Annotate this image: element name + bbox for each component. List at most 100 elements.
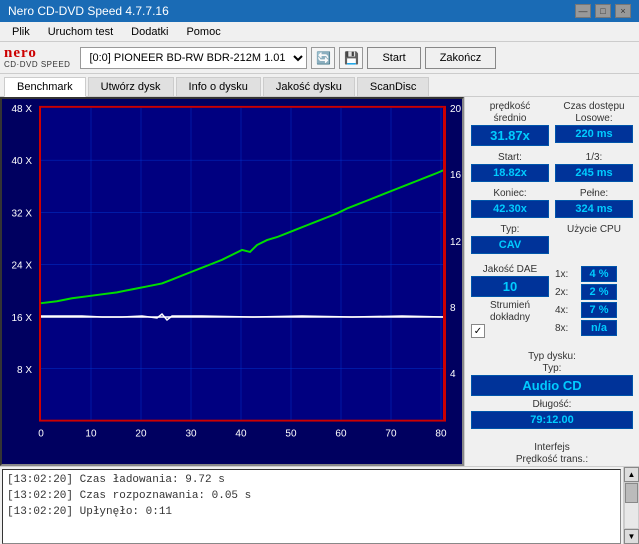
tab-disc-quality[interactable]: Jakość dysku bbox=[263, 77, 355, 96]
stream-checkbox[interactable]: ✓ bbox=[471, 324, 485, 338]
start-col: Start: 18.82x bbox=[471, 152, 549, 182]
svg-text:32 X: 32 X bbox=[11, 208, 32, 219]
stream-label: Strumień bbox=[471, 300, 549, 311]
cpu-row-value: n/a bbox=[581, 320, 617, 336]
tab-bar: Benchmark Utwórz dysk Info o dysku Jakoś… bbox=[0, 74, 639, 97]
avg-speed-col: prędkość średnio 31.87x bbox=[471, 101, 549, 146]
svg-text:24 X: 24 X bbox=[11, 261, 32, 272]
cpu-label: Użycie CPU bbox=[555, 224, 633, 235]
iface-header: Interfejs bbox=[471, 442, 633, 453]
benchmark-chart: 48 X 40 X 32 X 24 X 16 X 8 X 20 16 12 8 … bbox=[0, 97, 464, 466]
cpu-row-label: 4x: bbox=[555, 305, 577, 316]
log-scrollbar[interactable]: ▲ ▼ bbox=[623, 467, 639, 544]
disc-dur-row: Długość: 79:12.00 bbox=[471, 399, 633, 429]
log-entry: [13:02:20] Upłynęło: 0:11 bbox=[7, 504, 616, 520]
menu-file[interactable]: Plik bbox=[4, 25, 38, 39]
svg-text:40 X: 40 X bbox=[11, 156, 32, 167]
scroll-track[interactable] bbox=[624, 482, 639, 529]
log-entry: [13:02:20] Czas ładowania: 9.72 s bbox=[7, 472, 616, 488]
stats-panel: prędkość średnio 31.87x Czas dostępu Los… bbox=[464, 97, 639, 466]
access-col: Czas dostępu Losowe: 220 ms bbox=[555, 101, 633, 146]
tab-disc-info[interactable]: Info o dysku bbox=[176, 77, 261, 96]
svg-text:0: 0 bbox=[38, 428, 44, 439]
svg-text:20: 20 bbox=[450, 104, 462, 115]
one-third-value: 245 ms bbox=[555, 164, 633, 182]
save-icon-button[interactable]: 💾 bbox=[339, 47, 363, 69]
start-button[interactable]: Start bbox=[367, 47, 420, 69]
disc-dur-col: Długość: 79:12.00 bbox=[471, 399, 633, 429]
drive-selector[interactable]: [0:0] PIONEER BD-RW BDR-212M 1.01 bbox=[80, 47, 307, 69]
svg-text:80: 80 bbox=[435, 428, 447, 439]
svg-text:8 X: 8 X bbox=[17, 365, 32, 376]
menu-run-test[interactable]: Uruchom test bbox=[40, 25, 121, 39]
svg-text:20: 20 bbox=[135, 428, 147, 439]
svg-text:40: 40 bbox=[235, 428, 247, 439]
bottom-panel: [13:02:20] Czas ładowania: 9.72 s[13:02:… bbox=[0, 467, 639, 544]
stream-row: ✓ bbox=[471, 324, 549, 338]
cpu-row-value: 2 % bbox=[581, 284, 617, 300]
iface-speed-row: Prędkość trans.: 16 MB/s bbox=[471, 454, 633, 466]
disc-dur-label: Długość: bbox=[471, 399, 633, 410]
maximize-button[interactable]: □ bbox=[595, 4, 611, 18]
tab-benchmark[interactable]: Benchmark bbox=[4, 77, 86, 97]
start-end-section: Start: 18.82x 1/3: 245 ms bbox=[471, 152, 633, 182]
window-controls[interactable]: — □ × bbox=[575, 4, 631, 18]
dae-value: 10 bbox=[471, 276, 549, 297]
scroll-thumb[interactable] bbox=[625, 483, 638, 503]
tab-create-disc[interactable]: Utwórz dysk bbox=[88, 77, 174, 96]
dae-cpu-section: Jakość DAE 10 Strumień dokładny ✓ 1x:4 %… bbox=[471, 264, 633, 338]
toolbar: nero CD·DVD SPEED [0:0] PIONEER BD-RW BD… bbox=[0, 42, 639, 74]
svg-text:10: 10 bbox=[85, 428, 97, 439]
nero-logo: nero CD·DVD SPEED bbox=[4, 46, 70, 69]
log-entry: [13:02:20] Czas rozpoznawania: 0.05 s bbox=[7, 488, 616, 504]
stream-sub: dokładny bbox=[471, 312, 549, 323]
full-col: Pełne: 324 ms bbox=[555, 188, 633, 218]
refresh-icon-button[interactable]: 🔄 bbox=[311, 47, 335, 69]
svg-text:48 X: 48 X bbox=[11, 104, 32, 115]
disc-type-value: Audio CD bbox=[471, 375, 633, 396]
end-label: Koniec: bbox=[471, 188, 549, 199]
type-label: Typ: bbox=[471, 224, 549, 235]
avg-label: średnio bbox=[471, 113, 549, 124]
dae-header: Jakość DAE bbox=[471, 264, 549, 275]
svg-text:70: 70 bbox=[385, 428, 397, 439]
end-col: Koniec: 42.30x bbox=[471, 188, 549, 218]
close-button[interactable]: × bbox=[615, 4, 631, 18]
cpu-row: 1x:4 % bbox=[555, 266, 633, 282]
log-area: [13:02:20] Czas ładowania: 9.72 s[13:02:… bbox=[2, 469, 621, 544]
menu-extras[interactable]: Dodatki bbox=[123, 25, 176, 39]
scroll-up-button[interactable]: ▲ bbox=[624, 467, 639, 482]
cpu-row-label: 8x: bbox=[555, 323, 577, 334]
access-header: Czas dostępu bbox=[555, 101, 633, 112]
end-value: 42.30x bbox=[471, 200, 549, 218]
log-container: [13:02:20] Czas ładowania: 9.72 s[13:02:… bbox=[0, 467, 623, 544]
disc-type-label: Typ: bbox=[471, 363, 633, 374]
svg-text:4: 4 bbox=[450, 369, 456, 380]
avg-speed-value: 31.87x bbox=[471, 125, 549, 146]
svg-text:16: 16 bbox=[450, 170, 462, 181]
app-title: Nero CD-DVD Speed 4.7.7.16 bbox=[8, 4, 169, 18]
speed-header: prędkość bbox=[471, 101, 549, 112]
menu-help[interactable]: Pomoc bbox=[178, 25, 228, 39]
random-label: Losowe: bbox=[555, 113, 633, 124]
random-value: 220 ms bbox=[555, 125, 633, 143]
tab-scandisc[interactable]: ScanDisc bbox=[357, 77, 429, 96]
type-section: Typ: CAV Użycie CPU bbox=[471, 224, 633, 254]
interface-section: Interfejs Prędkość trans.: 16 MB/s bbox=[471, 442, 633, 466]
cpu-col: 1x:4 %2x:2 %4x:7 %8x:n/a bbox=[555, 266, 633, 338]
full-value: 324 ms bbox=[555, 200, 633, 218]
menu-bar: Plik Uruchom test Dodatki Pomoc bbox=[0, 22, 639, 42]
svg-text:30: 30 bbox=[185, 428, 197, 439]
main-content: 48 X 40 X 32 X 24 X 16 X 8 X 20 16 12 8 … bbox=[0, 97, 639, 467]
chart-svg: 48 X 40 X 32 X 24 X 16 X 8 X 20 16 12 8 … bbox=[2, 99, 462, 464]
cpu-row-label: 2x: bbox=[555, 287, 577, 298]
disc-section: Typ dysku: Typ: Audio CD Długość: 79:12.… bbox=[471, 351, 633, 429]
type-col: Typ: CAV bbox=[471, 224, 549, 254]
iface-speed-label: Prędkość trans.: bbox=[471, 454, 633, 465]
scroll-down-button[interactable]: ▼ bbox=[624, 529, 639, 544]
cpu-row: 8x: n/a bbox=[555, 320, 633, 336]
minimize-button[interactable]: — bbox=[575, 4, 591, 18]
end-button[interactable]: Zakończ bbox=[425, 47, 497, 69]
svg-text:8: 8 bbox=[450, 303, 456, 314]
one-third-label: 1/3: bbox=[555, 152, 633, 163]
